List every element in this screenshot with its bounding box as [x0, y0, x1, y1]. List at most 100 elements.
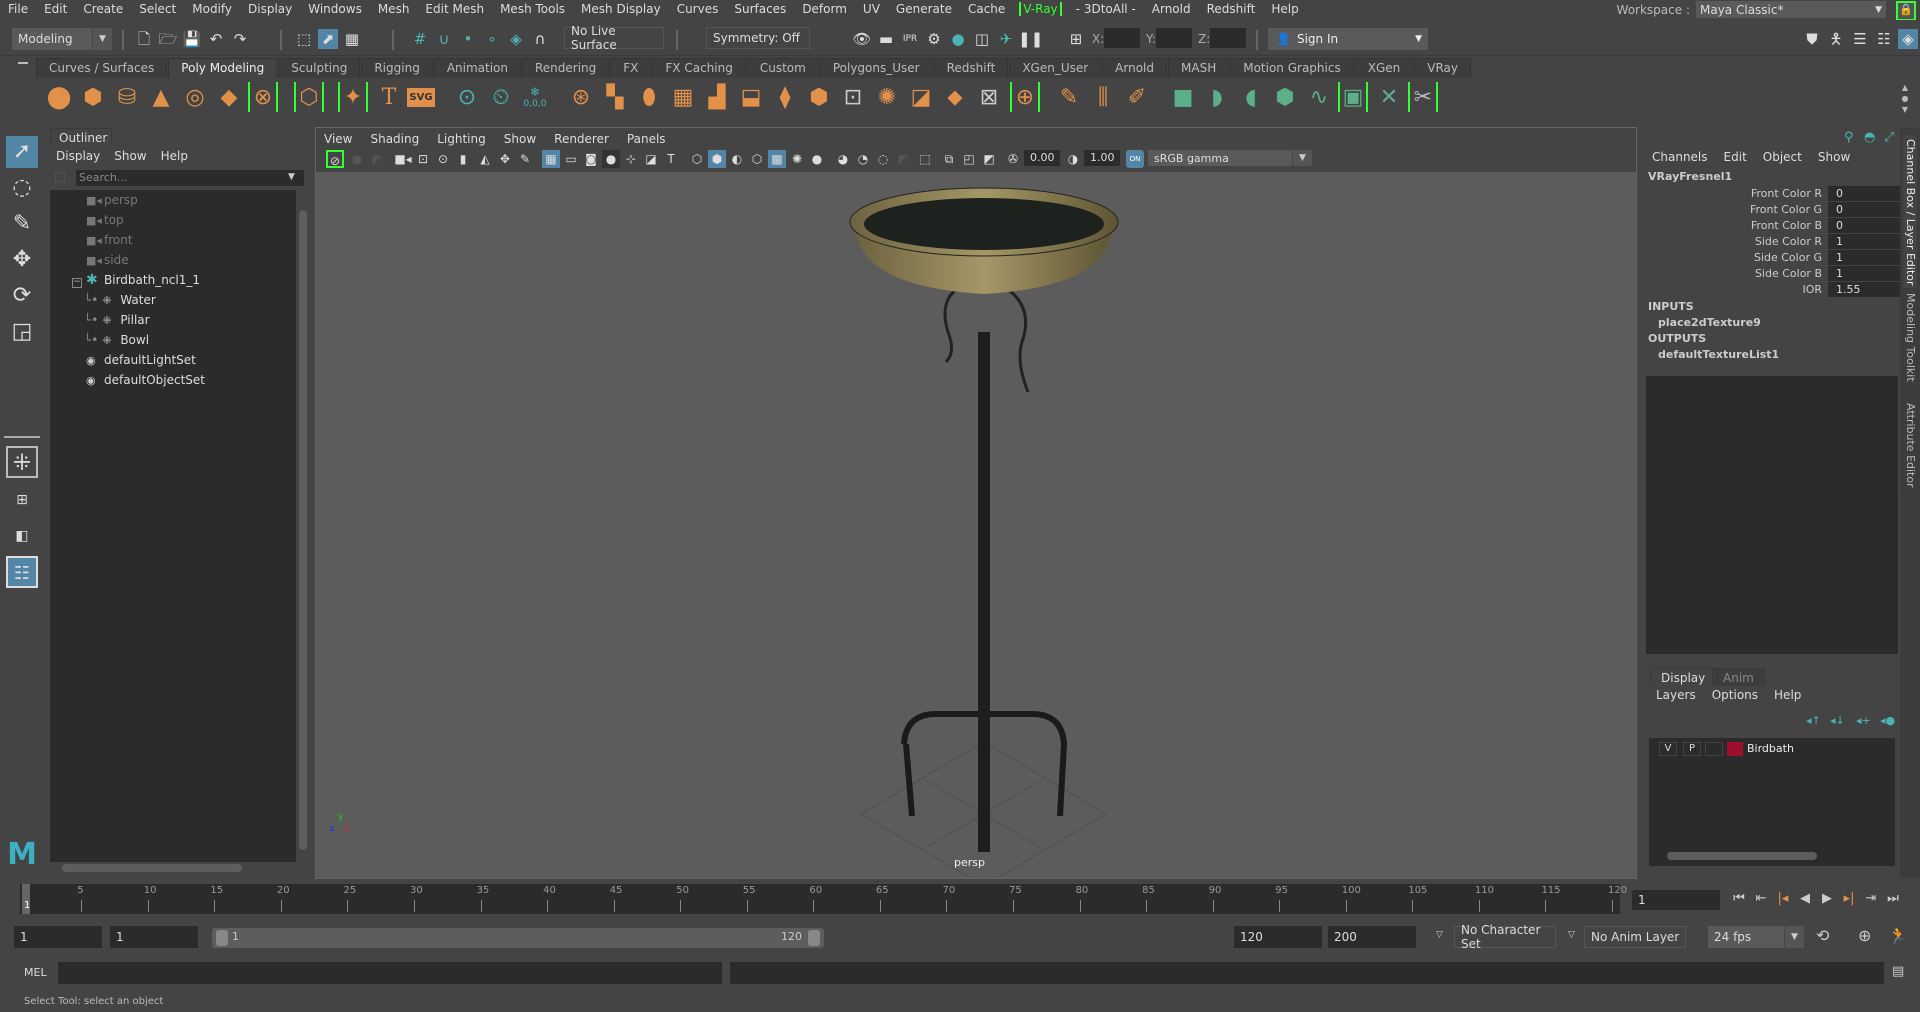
- screen-space-ao-icon[interactable]: ◕: [834, 150, 852, 168]
- anti-aliasing-icon[interactable]: ◌: [874, 150, 892, 168]
- menu-modify[interactable]: Modify: [184, 2, 240, 16]
- menu-arnold[interactable]: Arnold: [1144, 2, 1199, 16]
- edit-edge-flow-icon[interactable]: ✐: [1122, 82, 1152, 112]
- chevron-down-icon[interactable]: ▼: [288, 172, 295, 182]
- exposure-field[interactable]: 0.00: [1024, 150, 1060, 166]
- planar-uv-icon[interactable]: ■: [1168, 82, 1198, 112]
- loop-icon[interactable]: ⟲: [1816, 926, 1829, 945]
- character-set-dropdown[interactable]: No Character Set: [1454, 923, 1556, 951]
- merge-icon[interactable]: ⬥: [940, 82, 970, 112]
- vray-ipr-icon[interactable]: ⊘: [326, 150, 344, 168]
- scroll-thumb[interactable]: [62, 864, 242, 872]
- outliner-item-birdbath[interactable]: − ✱ Birdbath_ncl1_1: [72, 270, 200, 290]
- menu-edit[interactable]: Edit: [36, 2, 75, 16]
- shelf-tab-rigging[interactable]: Rigging: [361, 58, 433, 78]
- move-layer-down-icon[interactable]: ◂↓: [1830, 714, 1845, 727]
- layer-menu-layers[interactable]: Layers: [1656, 688, 1696, 702]
- viewport-menu-panels[interactable]: Panels: [627, 132, 666, 146]
- filter-icon[interactable]: ⬚: [54, 170, 66, 185]
- layer-tab-display[interactable]: Display: [1650, 668, 1717, 686]
- attr-value[interactable]: 1.55: [1828, 282, 1900, 297]
- mirror-icon[interactable]: ▟: [702, 82, 732, 112]
- exposure-icon[interactable]: ✇: [1004, 150, 1022, 168]
- layer-tab-anim[interactable]: Anim: [1712, 668, 1765, 686]
- use-all-lights-icon[interactable]: ✺: [788, 150, 806, 168]
- open-scene-icon[interactable]: 🗁: [158, 29, 178, 49]
- command-input[interactable]: [58, 962, 722, 984]
- isolate-select-icon[interactable]: ⬚: [916, 150, 934, 168]
- poly-cylinder-icon[interactable]: ⛁: [112, 82, 142, 112]
- shelf-tab-mash[interactable]: MASH: [1168, 58, 1230, 78]
- output-node[interactable]: defaultTextureList1: [1658, 348, 1779, 361]
- scroll-thumb[interactable]: [299, 210, 307, 850]
- outliner-search-input[interactable]: Search...: [76, 170, 304, 186]
- shelf-tab-custom[interactable]: Custom: [746, 58, 819, 78]
- snap-view-plane-icon[interactable]: ∘: [482, 29, 502, 49]
- xray-joints-icon[interactable]: ◩: [980, 150, 998, 168]
- shelf-tab-vray[interactable]: VRay: [1414, 58, 1471, 78]
- shelf-tab-fx[interactable]: FX: [610, 58, 652, 78]
- scroll-thumb[interactable]: [1667, 852, 1817, 860]
- attr-value[interactable]: 1: [1828, 234, 1900, 249]
- multi-cut-icon[interactable]: ✎: [1054, 82, 1084, 112]
- outliner-item-water[interactable]: └• ⁜ Water: [84, 290, 156, 310]
- smooth-icon[interactable]: ⬮: [634, 82, 664, 112]
- xray-icon[interactable]: ⧉: [940, 150, 958, 168]
- select-tool-icon[interactable]: ➚: [6, 136, 38, 168]
- undo-icon[interactable]: ↶: [206, 29, 226, 49]
- hyperbolic-icon[interactable]: ⤢: [1884, 130, 1894, 145]
- shelf-tab-animation[interactable]: Animation: [433, 58, 521, 78]
- save-scene-icon[interactable]: 💾: [182, 29, 202, 49]
- menu-uv[interactable]: UV: [855, 2, 888, 16]
- 2d-pan-zoom-icon[interactable]: ✥: [496, 150, 514, 168]
- shelf-tab-redshift[interactable]: Redshift: [933, 58, 1009, 78]
- textured-icon[interactable]: ▩: [768, 150, 786, 168]
- new-layer-icon[interactable]: ◂+: [1856, 714, 1871, 727]
- layer-color-swatch[interactable]: [1727, 742, 1743, 756]
- delete-history-icon[interactable]: ⏲: [486, 82, 516, 112]
- shelf-tab-xgen[interactable]: XGen: [1354, 58, 1414, 78]
- shelf-tab-polygons-user[interactable]: Polygons_User: [819, 58, 933, 78]
- outliner-item-pillar[interactable]: └• ⁜ Pillar: [84, 310, 150, 330]
- poly-cone-icon[interactable]: ▲: [146, 82, 176, 112]
- menu-redshift[interactable]: Redshift: [1199, 2, 1264, 16]
- collapse-icon[interactable]: −: [72, 278, 82, 288]
- outliner-item-bowl[interactable]: └• ⁜ Bowl: [84, 330, 149, 350]
- side-tab-modeling-toolkit[interactable]: Modeling Toolkit: [1902, 288, 1918, 387]
- outliner-layout-icon[interactable]: ☷: [6, 556, 38, 588]
- shelf-tab-sculpting[interactable]: Sculpting: [278, 58, 361, 78]
- render-setup-icon[interactable]: ◫: [972, 29, 992, 49]
- side-tab-channel-box[interactable]: Channel Box / Layer Editor: [1902, 134, 1918, 291]
- default-material-icon[interactable]: ◐: [728, 150, 746, 168]
- render-view-icon[interactable]: 👁: [852, 29, 872, 49]
- menu-mesh-tools[interactable]: Mesh Tools: [492, 2, 573, 16]
- shelf-tab-fx-caching[interactable]: FX Caching: [652, 58, 746, 78]
- attr-label[interactable]: Side Color G: [1754, 250, 1822, 266]
- wireframe-icon[interactable]: ⬡: [688, 150, 706, 168]
- resolution-gate-icon[interactable]: ◙: [582, 150, 600, 168]
- anim-layer-dropdown[interactable]: No Anim Layer: [1584, 926, 1686, 948]
- safe-action-icon[interactable]: ◪: [642, 150, 660, 168]
- human-ik-icon[interactable]: 🯅: [1826, 29, 1846, 49]
- channel-box-icon[interactable]: ◈: [1898, 29, 1918, 49]
- contour-stretch-icon[interactable]: ∿: [1304, 82, 1334, 112]
- layer-horizontal-scrollbar[interactable]: [1653, 850, 1889, 862]
- shelf-tab-xgen-user[interactable]: XGen_User: [1009, 58, 1102, 78]
- menu-file[interactable]: File: [0, 2, 36, 16]
- shelf-tab-motion-graphics[interactable]: Motion Graphics: [1230, 58, 1354, 78]
- grid-icon[interactable]: ▦: [542, 150, 560, 168]
- shelf-tab-arnold[interactable]: Arnold: [1102, 58, 1168, 78]
- script-editor-icon[interactable]: ▤: [1892, 964, 1904, 979]
- input-node[interactable]: place2dTexture9: [1658, 316, 1761, 329]
- gate-mask-icon[interactable]: ●: [602, 150, 620, 168]
- workspace-dropdown[interactable]: Maya Classic* ▼: [1696, 1, 1886, 18]
- outliner-menu-help[interactable]: Help: [161, 149, 188, 163]
- layer-menu-options[interactable]: Options: [1712, 688, 1758, 702]
- lock-camera-icon[interactable]: ⊡: [414, 150, 432, 168]
- poly-torus-icon[interactable]: ◎: [180, 82, 210, 112]
- snap-curve-icon[interactable]: ∪: [434, 29, 454, 49]
- outliner-item-persp[interactable]: ■◂ persp: [86, 190, 138, 210]
- menu-curves[interactable]: Curves: [669, 2, 727, 16]
- layer-name[interactable]: Birdbath: [1747, 742, 1794, 755]
- scale-tool-icon[interactable]: ◲: [6, 316, 38, 348]
